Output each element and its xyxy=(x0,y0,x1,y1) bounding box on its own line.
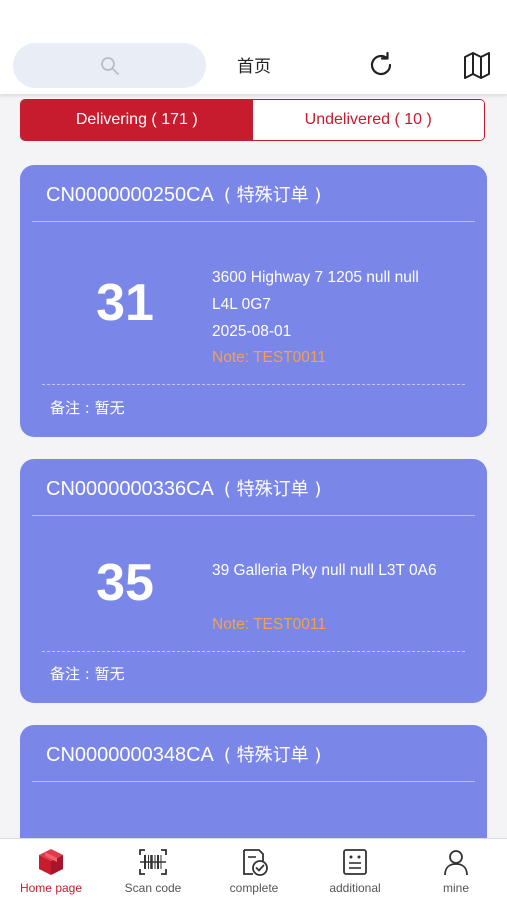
tab-delivering[interactable]: Delivering ( 171 ) xyxy=(21,100,253,140)
order-tag: ( 特殊订单 ) xyxy=(223,479,322,500)
package-icon xyxy=(6,847,96,877)
stop-number: 35 xyxy=(96,554,154,612)
complete-icon xyxy=(209,847,299,877)
dashed-divider xyxy=(42,384,465,385)
order-remark: 备注 : 暂无 xyxy=(50,399,125,417)
order-address: 39 Galleria Pky null null L3T 0A6 xyxy=(212,557,474,584)
divider xyxy=(32,221,475,222)
tabbar-mine[interactable]: mine xyxy=(411,847,501,895)
order-header: CN0000000250CA ( 特殊订单 ) xyxy=(46,181,321,207)
divider xyxy=(32,515,475,516)
tabbar-scan[interactable]: Scan code xyxy=(108,847,198,895)
order-header: CN0000000336CA ( 特殊订单 ) xyxy=(46,475,321,501)
status-tabs: Delivering ( 171 ) Undelivered ( 10 ) xyxy=(20,99,485,141)
address-line: 39 Galleria Pky null null L3T 0A6 xyxy=(212,562,437,579)
tabbar-label: mine xyxy=(442,881,469,895)
order-date: 2025-08-01 xyxy=(212,323,292,340)
tabbar-additional[interactable]: additional xyxy=(310,847,400,895)
order-note: Note: TEST0011 xyxy=(212,616,327,633)
additional-icon xyxy=(310,847,400,877)
address-line: 3600 Highway 7 1205 null null xyxy=(212,269,419,286)
order-id: CN0000000348CA xyxy=(46,744,214,766)
tabbar-label: Scan code xyxy=(124,881,182,895)
tab-undelivered[interactable]: Undelivered ( 10 ) xyxy=(252,100,484,140)
order-address: 3600 Highway 7 1205 null null L4L 0G7 20… xyxy=(212,264,474,345)
address-line: L4L 0G7 xyxy=(212,296,271,313)
order-remark: 备注 : 暂无 xyxy=(50,665,125,683)
divider xyxy=(32,781,475,782)
refresh-icon[interactable] xyxy=(366,50,396,80)
tabbar-label: complete xyxy=(229,881,279,895)
barcode-icon xyxy=(108,847,198,877)
page-title: 首页 xyxy=(237,57,271,77)
tabbar-home[interactable]: Home page xyxy=(6,847,96,895)
top-header: 首页 xyxy=(0,0,507,94)
order-note: Note: TEST0011 xyxy=(212,349,327,366)
order-header: CN0000000348CA ( 特殊订单 ) xyxy=(46,741,321,767)
tabbar-label: Home page xyxy=(19,881,83,895)
order-card[interactable]: CN0000000250CA ( 特殊订单 ) 31 3600 Highway 7… xyxy=(20,165,487,437)
stop-number: 31 xyxy=(96,274,154,332)
order-card[interactable]: CN0000000336CA ( 特殊订单 ) 35 39 Galleria Pk… xyxy=(20,459,487,703)
tabbar-label: additional xyxy=(329,881,381,895)
search-icon xyxy=(100,56,120,76)
order-tag: ( 特殊订单 ) xyxy=(223,185,322,206)
user-icon xyxy=(411,847,501,877)
tabbar-complete[interactable]: complete xyxy=(209,847,299,895)
order-id: CN0000000250CA xyxy=(46,184,214,206)
order-id: CN0000000336CA xyxy=(46,478,214,500)
map-icon[interactable] xyxy=(462,50,492,80)
search-box[interactable] xyxy=(13,43,206,88)
dashed-divider xyxy=(42,651,465,652)
bottom-tab-bar: Home page Scan code complete additional … xyxy=(0,838,507,901)
order-tag: ( 特殊订单 ) xyxy=(223,745,322,766)
